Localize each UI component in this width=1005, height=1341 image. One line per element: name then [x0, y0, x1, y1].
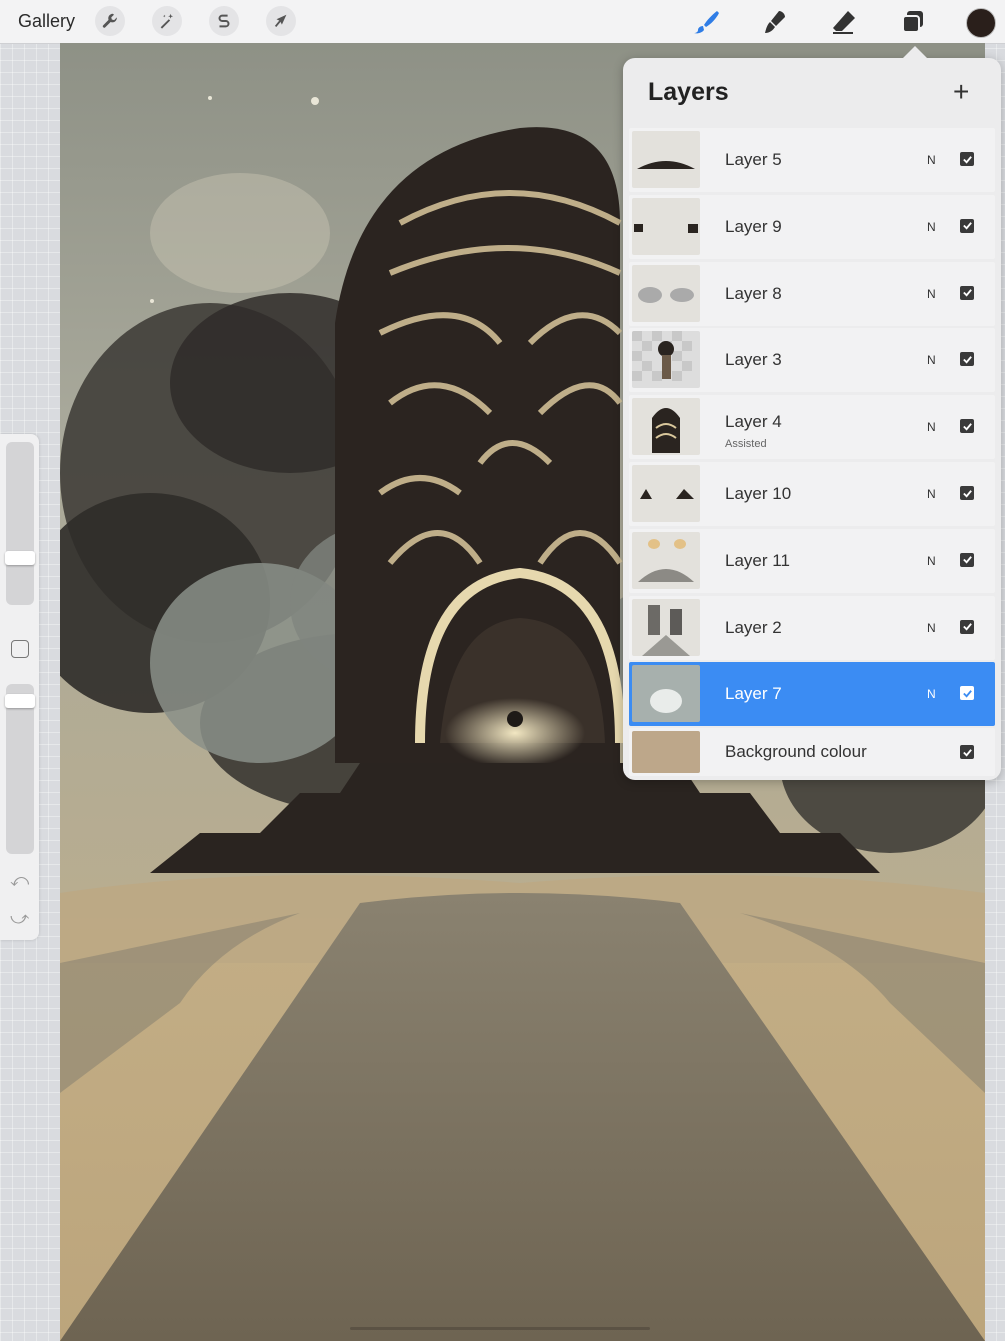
- layer-row[interactable]: Layer 3 N: [629, 328, 995, 393]
- visibility-checkbox[interactable]: [960, 419, 974, 434]
- layer-thumbnail: [632, 331, 700, 389]
- visibility-checkbox[interactable]: [960, 486, 974, 500]
- layer-subtitle: Assisted: [725, 438, 767, 451]
- background-colour-row[interactable]: Background colour: [629, 728, 995, 776]
- blend-mode-button[interactable]: N: [927, 220, 936, 234]
- selection-s-icon[interactable]: [209, 6, 239, 36]
- blend-mode-button[interactable]: N: [927, 554, 936, 568]
- visibility-checkbox[interactable]: [960, 619, 974, 634]
- layer-name: Layer 11: [725, 550, 790, 570]
- layer-thumbnail: [632, 465, 700, 522]
- visibility-checkbox[interactable]: [960, 152, 974, 166]
- layer-name: Layer 10: [725, 484, 792, 503]
- brush-icon[interactable]: [690, 6, 722, 38]
- layers-title: Layers: [648, 78, 729, 106]
- layer-row[interactable]: Layer 7 N: [629, 662, 995, 727]
- blend-mode-button[interactable]: N: [927, 487, 936, 501]
- layer-name: Background colour: [725, 742, 867, 761]
- layer-thumbnail: [632, 131, 700, 188]
- layer-thumbnail: [632, 531, 700, 589]
- layer-name: Layer 8: [725, 283, 782, 303]
- modify-button[interactable]: [11, 640, 29, 658]
- add-layer-button[interactable]: +: [953, 78, 969, 106]
- layer-thumbnail: [632, 665, 700, 723]
- gallery-button[interactable]: Gallery: [18, 11, 75, 32]
- blend-mode-button[interactable]: N: [927, 153, 936, 167]
- visibility-checkbox[interactable]: [960, 745, 974, 759]
- layer-thumbnail: [632, 197, 700, 255]
- transform-arrow-icon[interactable]: [266, 6, 296, 36]
- blend-mode-button[interactable]: N: [927, 287, 936, 301]
- layer-thumbnail: [632, 398, 700, 456]
- visibility-checkbox[interactable]: [960, 552, 974, 567]
- visibility-checkbox[interactable]: [960, 218, 974, 233]
- layers-icon[interactable]: [897, 6, 929, 38]
- layer-thumbnail: [632, 598, 700, 656]
- layer-name: Layer 5: [725, 150, 782, 169]
- layer-name: Layer 7: [725, 684, 782, 704]
- layer-name: Layer 2: [725, 617, 782, 637]
- undo-icon[interactable]: ⤺: [10, 870, 29, 891]
- layer-row[interactable]: Layer 5 N: [629, 128, 995, 192]
- blend-mode-button[interactable]: N: [927, 621, 936, 635]
- visibility-checkbox[interactable]: [960, 352, 974, 367]
- smudge-icon[interactable]: [759, 6, 791, 38]
- left-sidebar: ⤺ ⤻: [0, 434, 39, 940]
- redo-icon[interactable]: ⤻: [10, 908, 29, 929]
- layer-row[interactable]: Layer 4 Assisted N: [629, 395, 995, 460]
- opacity-slider[interactable]: [6, 684, 34, 854]
- magic-wand-icon[interactable]: [152, 6, 182, 36]
- opacity-knob[interactable]: [5, 694, 35, 709]
- brush-size-knob[interactable]: [5, 550, 35, 565]
- layer-name: Layer 9: [725, 216, 782, 236]
- layer-row[interactable]: Layer 8 N: [629, 261, 995, 326]
- home-indicator: [350, 1327, 650, 1330]
- layers-panel: Layers + Layer 5 N Layer 9 N Layer 8 N Layer 3…: [623, 46, 1001, 780]
- blend-mode-button[interactable]: N: [927, 353, 936, 367]
- layer-thumbnail: [632, 264, 700, 322]
- wrench-icon[interactable]: [95, 6, 125, 36]
- top-toolbar: Gallery: [0, 0, 1005, 44]
- layer-name: Layer 3: [725, 350, 782, 370]
- layer-row[interactable]: Layer 11 N: [629, 528, 995, 593]
- layer-row[interactable]: Layer 2 N: [629, 595, 995, 660]
- visibility-checkbox[interactable]: [960, 686, 974, 701]
- color-picker-button[interactable]: [966, 8, 996, 38]
- layer-row[interactable]: Layer 10 N: [629, 462, 995, 526]
- eraser-icon[interactable]: [828, 6, 860, 38]
- blend-mode-button[interactable]: N: [927, 420, 936, 434]
- layer-thumbnail: [632, 731, 700, 773]
- visibility-checkbox[interactable]: [960, 285, 974, 300]
- brush-size-slider[interactable]: [6, 442, 34, 605]
- layer-row[interactable]: Layer 9 N: [629, 194, 995, 259]
- blend-mode-button[interactable]: N: [927, 687, 936, 701]
- layer-name: Layer 4: [725, 412, 782, 432]
